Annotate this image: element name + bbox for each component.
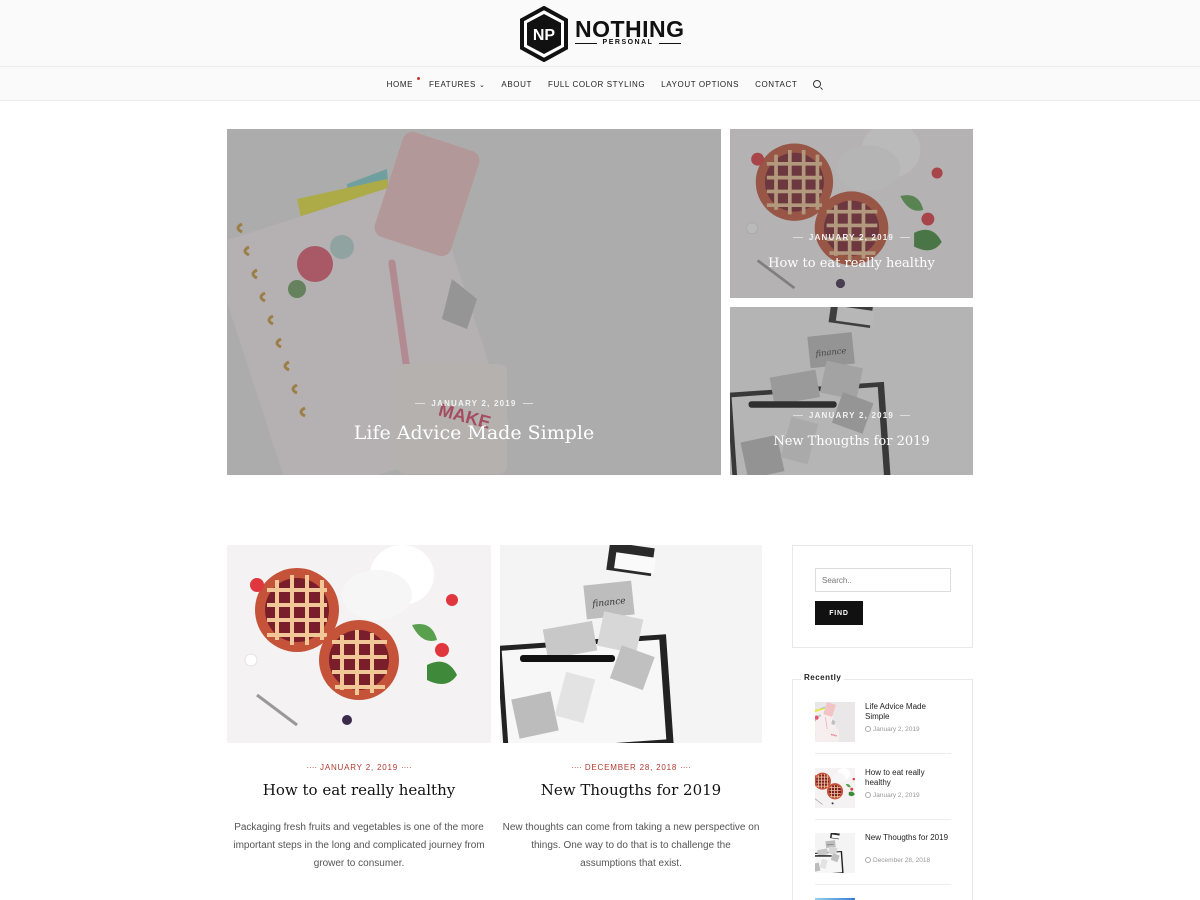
recent-date: January 2, 2019 bbox=[865, 792, 920, 799]
site-logo[interactable]: NP NOTHING PERSONAL bbox=[519, 6, 689, 62]
post-image bbox=[500, 545, 762, 743]
recent-image bbox=[815, 833, 855, 873]
nav-label: HOME bbox=[386, 79, 414, 89]
featured-date: JANUARY 2, 2019 bbox=[227, 399, 721, 408]
featured-date: JANUARY 2, 2019 bbox=[730, 411, 973, 420]
nav-label: FEATURES bbox=[429, 79, 476, 89]
nav-label: FULL COLOR STYLING bbox=[547, 79, 646, 89]
post-excerpt: Packaging fresh fruits and vegetables is… bbox=[233, 822, 485, 869]
recent-title[interactable]: New Thougths for 2019 bbox=[865, 833, 951, 843]
recent-date-text: January 2, 2019 bbox=[873, 726, 920, 733]
recent-date: December 28, 2018 bbox=[865, 857, 930, 864]
featured-post-side-bottom[interactable]: JANUARY 2, 2019 New Thougths for 2019 bbox=[730, 307, 973, 475]
nav-label: CONTACT bbox=[755, 79, 798, 89]
nav-item-home[interactable]: HOME bbox=[379, 76, 421, 89]
nav-item-contact[interactable]: CONTACT bbox=[747, 80, 805, 89]
nav-item-full-color-styling[interactable]: FULL COLOR STYLING bbox=[540, 80, 653, 89]
recent-posts-widget: Recently Life Advice Made Simple January… bbox=[792, 673, 973, 900]
featured-title[interactable]: Life Advice Made Simple bbox=[227, 422, 721, 444]
image-overlay bbox=[730, 129, 973, 298]
chevron-down-icon: ⌄ bbox=[478, 81, 486, 89]
find-button[interactable]: FIND bbox=[815, 601, 863, 625]
nav-item-features[interactable]: FEATURES ⌄ bbox=[421, 80, 493, 89]
nav-item-about[interactable]: ABOUT bbox=[493, 80, 540, 89]
logo-rule-right bbox=[659, 43, 681, 44]
post-image bbox=[227, 545, 491, 743]
recent-date-text: December 28, 2018 bbox=[873, 857, 931, 864]
featured-post-side-top[interactable]: JANUARY 2, 2019 How to eat really health… bbox=[730, 129, 973, 298]
recent-title[interactable]: How to eat really healthy bbox=[865, 768, 951, 788]
recent-date: January 2, 2019 bbox=[865, 726, 920, 733]
featured-title[interactable]: How to eat really healthy bbox=[730, 256, 973, 271]
clock-icon bbox=[865, 857, 871, 863]
post-title[interactable]: How to eat really healthy bbox=[227, 781, 491, 799]
featured-title[interactable]: New Thougths for 2019 bbox=[730, 434, 973, 449]
featured-post-main[interactable]: JANUARY 2, 2019 Life Advice Made Simple bbox=[227, 129, 721, 475]
post-thumbnail[interactable] bbox=[500, 545, 762, 743]
nav-label: LAYOUT OPTIONS bbox=[661, 79, 740, 89]
recent-thumbnail[interactable] bbox=[815, 768, 855, 808]
recent-post-item[interactable]: How to eat really healthy January 2, 201… bbox=[815, 768, 951, 820]
image-overlay bbox=[730, 307, 973, 475]
recent-title[interactable]: Life Advice Made Simple bbox=[865, 702, 951, 722]
logo-hexagon-icon: NP bbox=[520, 6, 568, 62]
nav-label: ABOUT bbox=[501, 79, 532, 89]
recent-date-text: January 2, 2019 bbox=[873, 792, 920, 799]
post-date: DECEMBER 28, 2018 bbox=[500, 763, 762, 772]
search-widget: FIND bbox=[792, 545, 973, 648]
post-excerpt: New thoughts can come from taking a new … bbox=[502, 822, 760, 869]
recent-image bbox=[815, 768, 855, 808]
recent-post-item[interactable]: Life Advice Made Simple January 2, 2019 bbox=[815, 702, 951, 754]
clock-icon bbox=[865, 792, 871, 798]
recent-image bbox=[815, 702, 855, 742]
post-date: JANUARY 2, 2019 bbox=[227, 763, 491, 772]
active-dot-icon bbox=[417, 76, 421, 80]
post-title[interactable]: New Thougths for 2019 bbox=[500, 781, 762, 799]
main-navigation: HOME FEATURES ⌄ ABOUT FULL COLOR STYLING … bbox=[0, 67, 1200, 101]
site-header: NP NOTHING PERSONAL bbox=[0, 0, 1200, 67]
recent-thumbnail[interactable] bbox=[815, 702, 855, 742]
logo-initials: NP bbox=[533, 27, 556, 44]
widget-title: Recently bbox=[801, 673, 845, 682]
clock-icon bbox=[865, 726, 871, 732]
featured-date: JANUARY 2, 2019 bbox=[730, 233, 973, 242]
search-input[interactable] bbox=[815, 568, 951, 592]
nav-item-layout-options[interactable]: LAYOUT OPTIONS bbox=[653, 80, 747, 89]
recent-thumbnail[interactable] bbox=[815, 833, 855, 873]
recent-post-item[interactable]: New Thougths for 2019 December 28, 2018 bbox=[815, 833, 951, 885]
search-icon[interactable] bbox=[813, 80, 822, 88]
post-thumbnail[interactable] bbox=[227, 545, 491, 743]
